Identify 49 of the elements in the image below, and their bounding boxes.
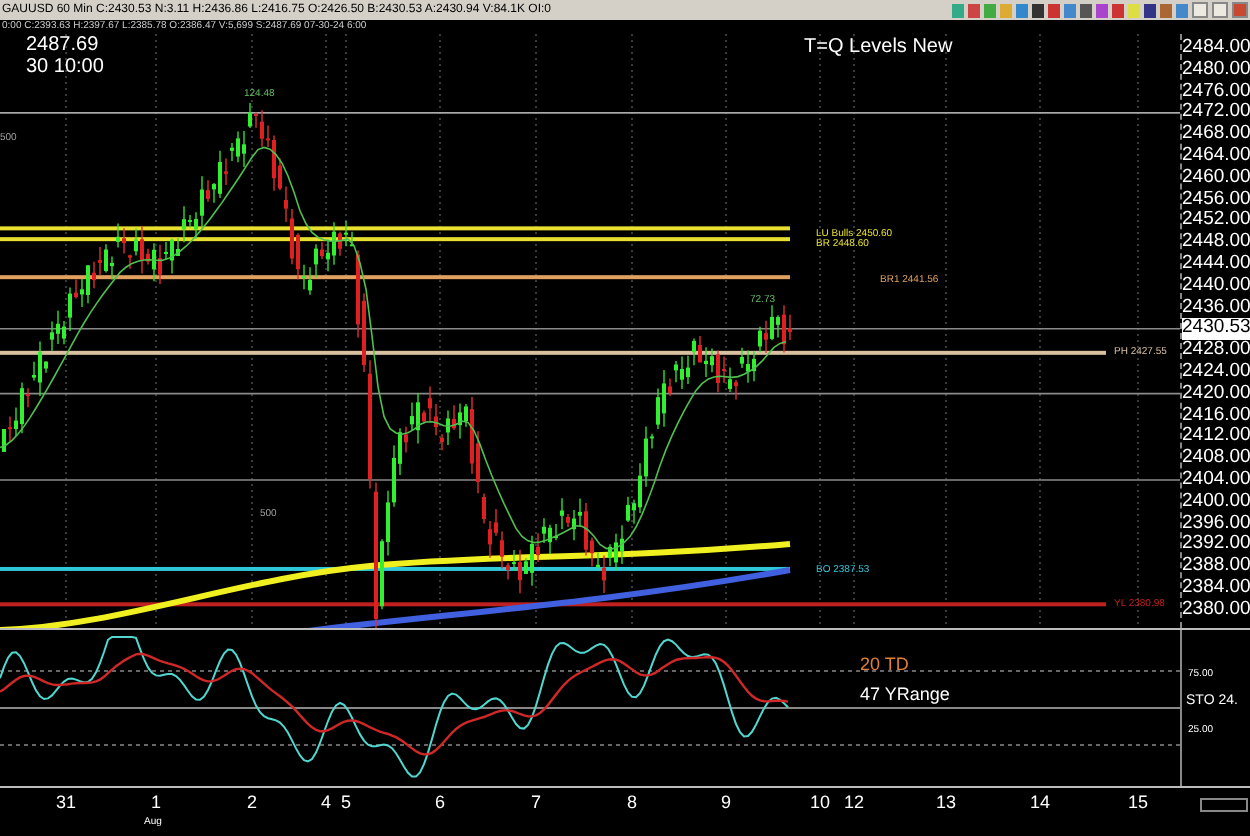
price-axis-label: 2460.00 [1182,167,1250,190]
date-label: 6 [432,792,447,812]
price-axis-label: 2420.00 [1182,383,1250,406]
price-axis-label: 2392.00 [1182,534,1250,556]
date-label: 12 [841,792,866,812]
cursor-time: 30 10:00 [26,56,104,78]
date-label: 4 [318,792,333,812]
minimize-icon[interactable] [1192,2,1208,18]
price-axis-label: 2484.00 [1182,38,1250,60]
price-axis-label: 2444.00 [1182,253,1250,276]
price-axis-label: 2380.00 [1182,599,1250,622]
price-axis-label: 2456.00 [1182,189,1250,210]
price-axis-label: 2384.00 [1182,577,1250,600]
date-label: 8 [624,792,639,812]
price-axis-label: 2404.00 [1182,469,1250,492]
date-label: 15 [1125,792,1150,812]
date-label: 9 [718,792,733,812]
maximize-icon[interactable] [1212,2,1228,18]
price-axis-label: 2440.00 [1182,275,1250,298]
price-axis-label: 2472.00 [1182,102,1250,124]
price-axis-label: 2396.00 [1182,513,1250,534]
date-label: 10 [807,792,832,812]
price-axis-label: 2452.00 [1182,210,1250,232]
oscillator-legend: 20 TD [860,654,909,674]
price-axis-label: 2416.00 [1182,405,1250,426]
price-axis-label: 2424.00 [1182,361,1250,384]
date-label: 14 [1027,792,1052,812]
price-axis-label: 2464.00 [1182,145,1250,168]
price-axis-label: 2430.53 [1182,318,1250,341]
chart-title: T=Q Levels New [804,36,953,58]
oscillator-legend: 47 YRange [860,684,950,704]
scroll-control-icon[interactable] [1200,798,1248,812]
price-axis-label: 2468.00 [1182,124,1250,146]
date-label: 2 [244,792,259,812]
date-label: 31 [53,792,78,812]
price-axis-label: 2388.00 [1182,556,1250,578]
price-axis-label: 2408.00 [1182,448,1250,470]
price-axis-label: 2400.00 [1182,491,1250,514]
price-axis-label: 2412.00 [1182,426,1250,448]
cursor-price: 2487.69 [26,34,101,56]
price-axis-label: 2480.00 [1182,59,1250,82]
price-axis-label: 2476.00 [1182,81,1250,102]
date-label: 1 [148,792,163,812]
date-label: 5 [338,792,353,812]
date-label: 13 [933,792,958,812]
date-label: 7 [528,792,543,812]
price-axis-label: 2436.00 [1182,297,1250,318]
price-axis-label: 2448.00 [1182,232,1250,254]
price-axis-label: 2428.00 [1182,340,1250,362]
